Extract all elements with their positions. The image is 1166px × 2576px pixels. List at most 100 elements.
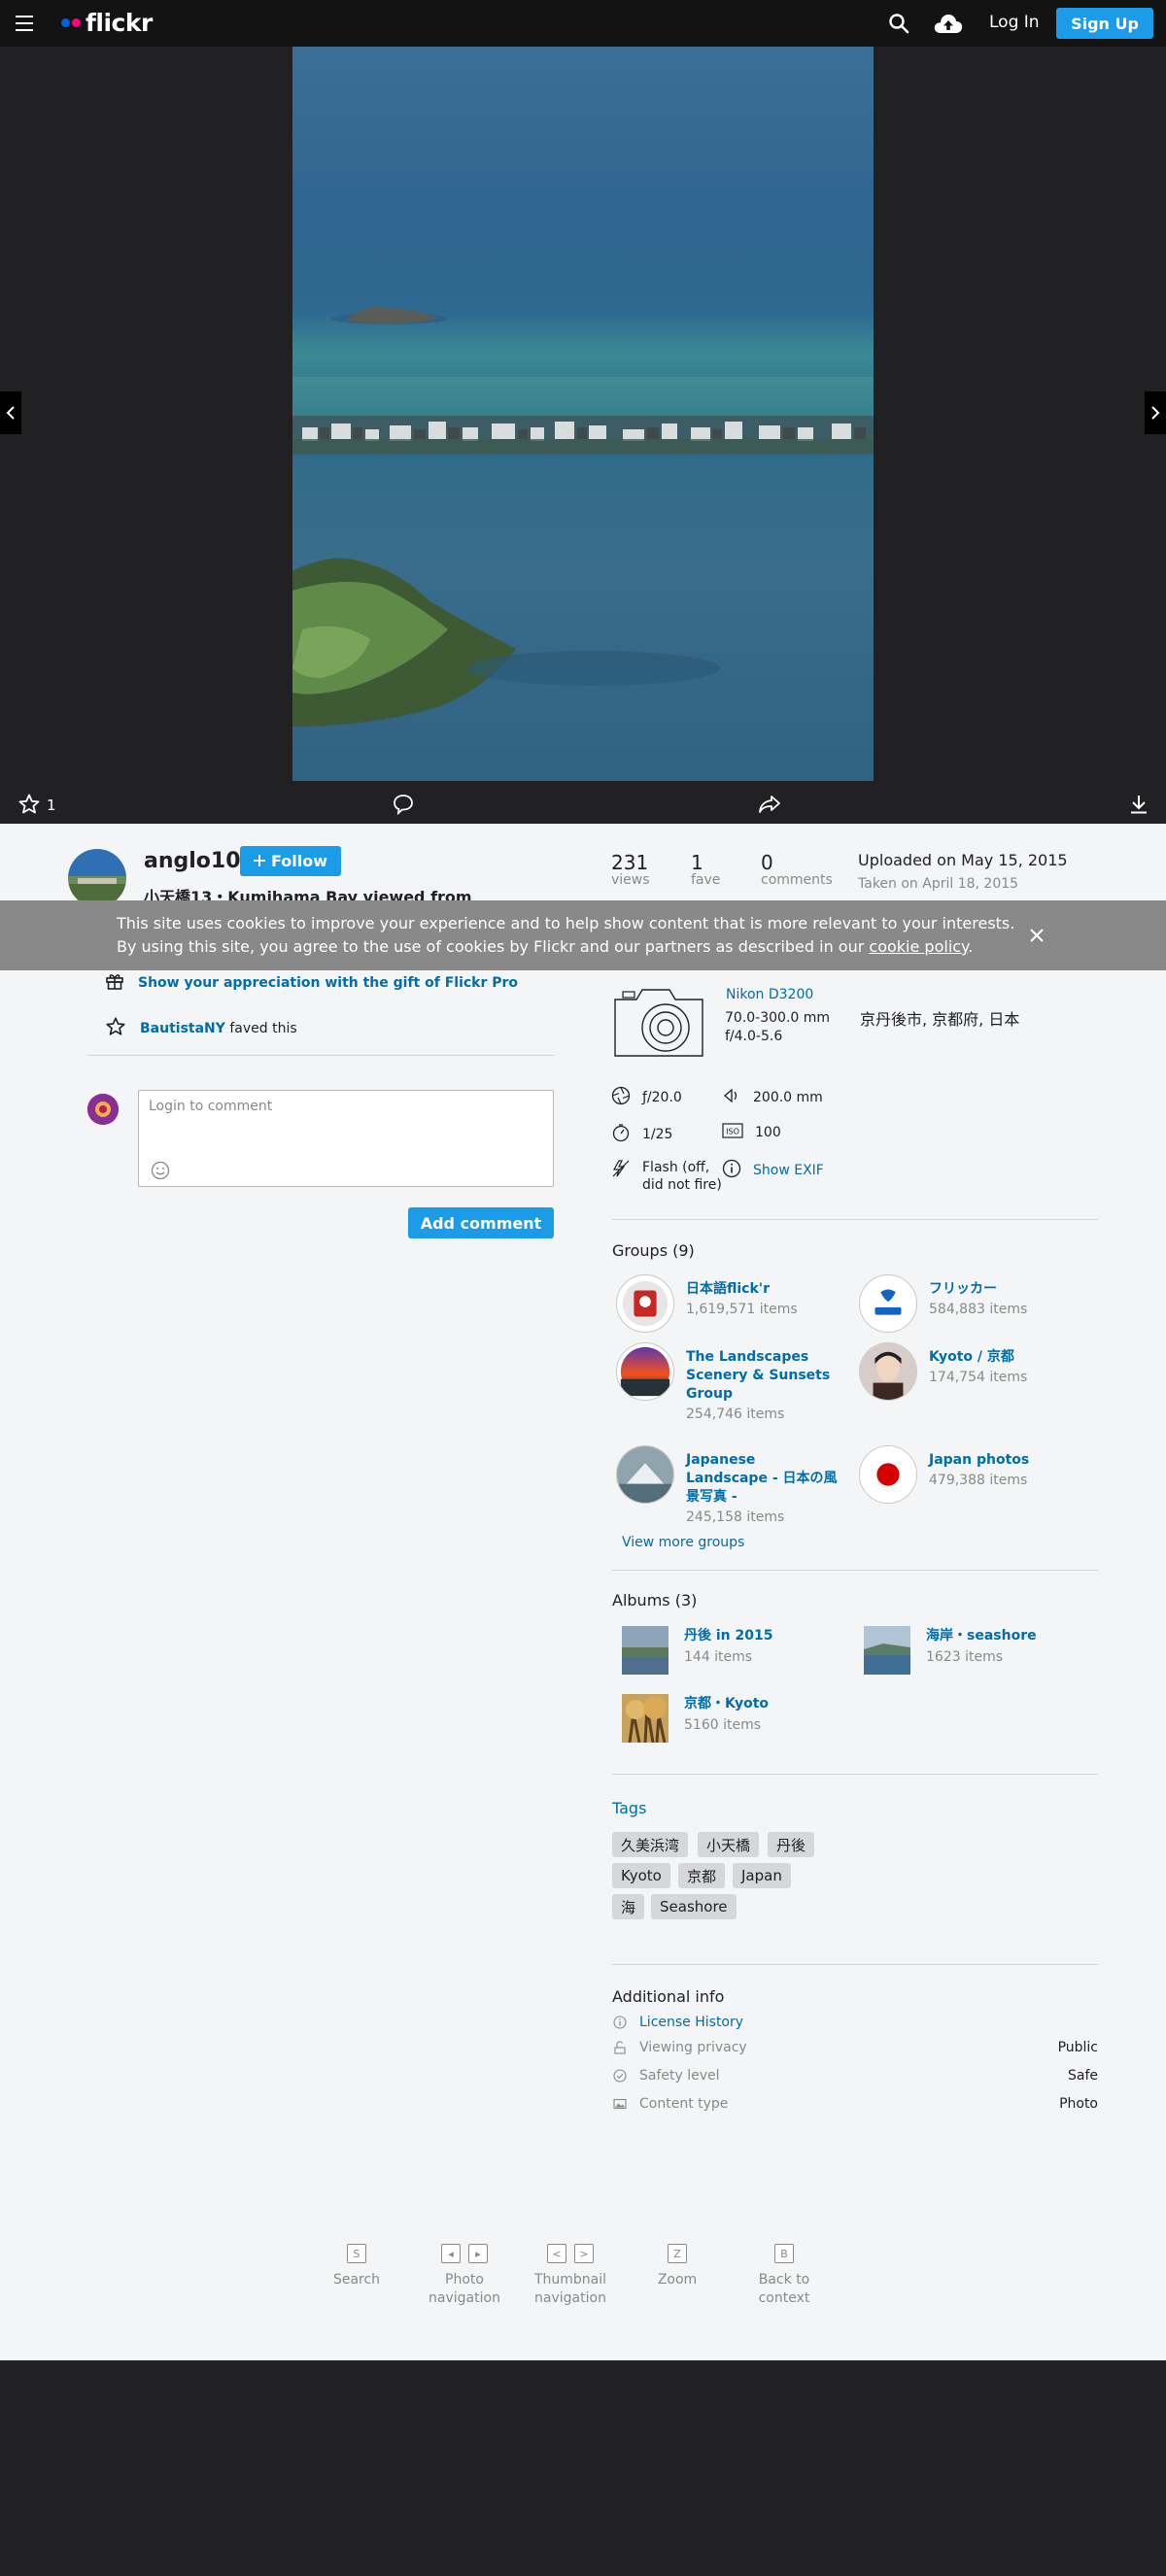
group-item[interactable]: Kyoto / 京都 174,754 items xyxy=(859,1342,1084,1401)
tag-chip[interactable]: Seashore xyxy=(651,1894,737,1919)
tag-chip[interactable]: 小天橋 xyxy=(698,1832,760,1857)
album-name[interactable]: 丹後 in 2015 xyxy=(684,1626,772,1645)
group-name[interactable]: Kyoto / 京都 xyxy=(929,1348,1084,1367)
owner-name[interactable]: anglo10 xyxy=(144,849,241,873)
search-icon[interactable] xyxy=(888,13,909,34)
emoji-icon[interactable] xyxy=(151,1161,170,1184)
album-item[interactable]: 丹後 in 2015 144 items xyxy=(622,1626,772,1675)
main-photo[interactable] xyxy=(292,47,874,781)
focal-length-value: 200.0 mm xyxy=(753,1090,823,1105)
faved-text: faved this xyxy=(229,1021,297,1036)
faver-name[interactable]: BautistaNY xyxy=(140,1021,225,1036)
group-item[interactable]: The Landscapes Scenery & Sunsets Group 25… xyxy=(616,1342,841,1425)
shortcut-thumb-nav: < > Thumbnail navigation xyxy=(532,2244,609,2308)
tag-chip[interactable]: 京都 xyxy=(678,1863,726,1888)
group-item[interactable]: フリッカー 584,883 items xyxy=(859,1274,1084,1333)
exif-shutter: 1/25 xyxy=(611,1123,672,1146)
faves-count: 1 xyxy=(691,851,703,874)
gift-pro-link[interactable]: Show your appreciation with the gift of … xyxy=(138,975,518,991)
group-thumbnail xyxy=(859,1342,917,1401)
group-item[interactable]: Japan photos 479,388 items xyxy=(859,1445,1084,1504)
view-more-groups-link[interactable]: View more groups xyxy=(622,1535,744,1550)
flickr-logo[interactable]: flickr xyxy=(61,9,153,37)
album-name[interactable]: 京都・Kyoto xyxy=(684,1694,769,1713)
faves-stat: 1 fave xyxy=(691,851,720,888)
menu-icon[interactable] xyxy=(16,16,33,31)
login-link[interactable]: Log In xyxy=(989,13,1040,32)
shutter-value: 1/25 xyxy=(642,1127,673,1142)
group-item[interactable]: Japanese Landscape - 日本の風景写真 - 245,158 it… xyxy=(616,1445,841,1528)
tag-chip[interactable]: 丹後 xyxy=(768,1832,815,1857)
album-name[interactable]: 海岸・seashore xyxy=(926,1626,1037,1645)
divider-groups xyxy=(612,1219,1098,1220)
add-comment-button[interactable]: Add comment xyxy=(408,1207,554,1238)
album-count: 1623 items xyxy=(926,1649,1004,1665)
key-hint: < xyxy=(547,2244,566,2263)
shortcut-label: Photo xyxy=(445,2272,484,2288)
license-history-link[interactable]: License History xyxy=(639,2015,743,2030)
album-count: 144 items xyxy=(684,1649,753,1665)
download-icon[interactable] xyxy=(1127,793,1150,820)
photo-location[interactable]: 京丹後市, 京都府, 日本 xyxy=(860,1006,1019,1030)
group-count: 479,388 items xyxy=(929,1473,1028,1488)
exif-flash: Flash (off, did not fire) xyxy=(611,1159,724,1194)
album-item[interactable]: 海岸・seashore 1623 items xyxy=(864,1626,1037,1675)
group-name[interactable]: Japanese Landscape - 日本の風景写真 - xyxy=(686,1451,841,1507)
camera-model-link[interactable]: Nikon D3200 xyxy=(726,987,813,1002)
group-name[interactable]: フリッカー xyxy=(929,1280,1084,1299)
shortcut-label: navigation xyxy=(429,2290,500,2306)
upload-cloud-icon[interactable] xyxy=(933,10,964,37)
cookie-banner: This site uses cookies to improve your e… xyxy=(0,900,1166,970)
fave-star-icon[interactable] xyxy=(17,793,41,820)
owner-avatar[interactable] xyxy=(68,849,126,907)
tag-chip[interactable]: Japan xyxy=(733,1863,791,1888)
group-name[interactable]: The Landscapes Scenery & Sunsets Group xyxy=(686,1348,841,1404)
comment-placeholder: Login to comment xyxy=(149,1099,273,1114)
camera-icon xyxy=(611,982,706,1064)
cookie-policy-link[interactable]: cookie policy xyxy=(869,937,968,956)
iso-value: 100 xyxy=(755,1125,781,1140)
key-hint: ▸ xyxy=(468,2244,488,2263)
iso-icon: ISO xyxy=(722,1123,743,1142)
group-count: 584,883 items xyxy=(929,1302,1028,1317)
group-name[interactable]: 日本語flick'r xyxy=(686,1280,841,1299)
key-hint: > xyxy=(574,2244,594,2263)
safety-label: Safety level xyxy=(639,2068,720,2084)
flash-value: Flash (off, did not fire) xyxy=(642,1160,722,1193)
group-name[interactable]: Japan photos xyxy=(929,1451,1084,1470)
tag-chip[interactable]: Kyoto xyxy=(612,1863,670,1888)
tags-title[interactable]: Tags xyxy=(612,1799,646,1817)
additional-info-title: Additional info xyxy=(612,1987,725,2006)
signup-button[interactable]: Sign Up xyxy=(1056,8,1153,39)
taken-date: Taken on April 18, 2015 xyxy=(858,876,1019,892)
aperture-icon xyxy=(611,1086,631,1109)
tag-chip[interactable]: 久美浜湾 xyxy=(612,1832,689,1857)
logo-wordmark: flickr xyxy=(86,9,153,37)
gift-pro-row[interactable]: Show your appreciation with the gift of … xyxy=(105,971,518,995)
share-icon[interactable] xyxy=(757,793,782,820)
album-thumbnail xyxy=(622,1694,669,1743)
comments-stat: 0 comments xyxy=(761,851,833,888)
group-count: 254,746 items xyxy=(686,1407,785,1422)
comment-icon[interactable] xyxy=(392,793,415,820)
show-exif-row[interactable]: Show EXIF xyxy=(722,1159,824,1182)
safety-row: Safety level Safe xyxy=(612,2068,1098,2084)
photo-toolbar: 1 xyxy=(0,785,1166,824)
tag-chip[interactable]: 海 xyxy=(612,1894,645,1919)
top-nav: flickr Log In Sign Up xyxy=(0,0,1166,47)
album-item[interactable]: 京都・Kyoto 5160 items xyxy=(622,1694,769,1743)
close-icon[interactable] xyxy=(1028,927,1046,948)
license-row[interactable]: License History xyxy=(612,2015,1098,2030)
group-item[interactable]: 日本語flick'r 1,619,571 items xyxy=(616,1274,841,1333)
shortcut-label: navigation xyxy=(534,2290,606,2306)
next-photo-button[interactable] xyxy=(1145,391,1166,434)
follow-button[interactable]: Follow xyxy=(240,846,341,876)
privacy-label: Viewing privacy xyxy=(639,2040,747,2055)
show-exif-link[interactable]: Show EXIF xyxy=(753,1163,824,1178)
shutter-icon xyxy=(611,1123,631,1146)
group-thumbnail xyxy=(859,1445,917,1504)
previous-photo-button[interactable] xyxy=(0,391,21,434)
comment-input[interactable]: Login to comment xyxy=(138,1090,554,1187)
privacy-value: Public xyxy=(1057,2040,1098,2055)
exif-focal-length: 200.0 mm xyxy=(722,1086,823,1109)
